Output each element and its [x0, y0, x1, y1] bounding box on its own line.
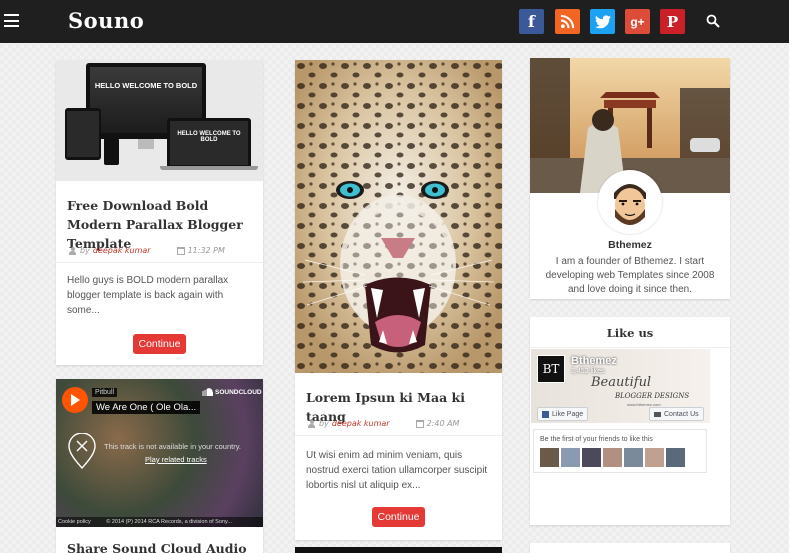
post-title[interactable]: Share Sound Cloud Audio: [67, 539, 257, 553]
divider: [56, 262, 263, 263]
post-author-link[interactable]: deepak kumar: [93, 246, 151, 255]
search-icon[interactable]: [706, 14, 720, 28]
twitter-bird-icon: [594, 14, 611, 28]
soundcloud-player[interactable]: Pitbull We Are One ( Ole Ola... SOUNDCLO…: [56, 379, 263, 527]
continue-button[interactable]: Continue: [372, 507, 425, 527]
calendar-icon: [415, 419, 424, 428]
calendar-icon: [176, 246, 185, 255]
cover-subline: BLOGGER DESIGNS: [615, 392, 690, 400]
widget-title: Like us: [606, 326, 654, 340]
post-title[interactable]: Free Download Bold Modern Parallax Blogg…: [67, 196, 252, 253]
tablet-mockup: [65, 108, 101, 160]
message-icon: [654, 411, 661, 417]
profile-widget: Bthemez I am a founder of Bthemez. I sta…: [530, 58, 730, 299]
rss-icon: [560, 14, 575, 29]
friend-avatar[interactable]: [603, 448, 622, 467]
location-pin-icon: [68, 433, 96, 469]
by-label: by: [319, 419, 329, 428]
post-meta: by deepak kumar 11:32 PM: [69, 246, 225, 255]
site-logo[interactable]: Souno: [68, 8, 144, 33]
like-page-label: Like Page: [552, 410, 584, 418]
copyright-text: © 2014 (P) 2014 RCA Records, a division …: [106, 519, 232, 525]
pinterest-icon: P: [666, 12, 679, 31]
top-navigation-bar: Souno f g+ P: [0, 0, 789, 43]
profile-name[interactable]: Bthemez: [530, 239, 730, 251]
pinterest-button[interactable]: P: [660, 9, 685, 34]
next-widget-edge: [530, 543, 730, 553]
continue-button[interactable]: Continue: [133, 334, 186, 354]
laptop-mockup: HELLO WELCOME TO BOLD: [167, 118, 251, 166]
by-label: by: [80, 246, 90, 255]
friend-avatar[interactable]: [561, 448, 580, 467]
page-avatar[interactable]: BT: [537, 355, 565, 383]
next-post-card-edge: [295, 547, 502, 553]
post-thumbnail-devices[interactable]: HELLO WELCOME TO BOLD HELLO WELCOME TO B…: [56, 60, 263, 181]
soundcloud-brand-text: SOUNDCLOUD: [215, 388, 262, 396]
post-card-lorem-ipsum: Lorem Ipsun ki Maa ki taang by deepak ku…: [295, 60, 502, 540]
like-page-button[interactable]: Like Page: [537, 407, 589, 421]
friend-avatar[interactable]: [666, 448, 685, 467]
like-us-widget: Like us BT Bthemez 2,452 likes Beautiful…: [530, 317, 730, 525]
post-excerpt: Ut wisi enim ad minim veniam, quis nostr…: [306, 450, 488, 491]
player-footer: Cookie policy © 2014 (P) 2014 RCA Record…: [56, 517, 263, 527]
contact-us-label: Contact Us: [664, 410, 699, 418]
user-icon: [308, 419, 315, 428]
avatar-cartoon: [601, 173, 659, 231]
laptop-screen-text: HELLO WELCOME TO BOLD: [170, 121, 248, 165]
soundcloud-brand[interactable]: SOUNDCLOUD: [199, 388, 262, 396]
unavailable-message: This track is not available in your coun…: [104, 442, 242, 451]
cover-headline: Beautiful: [591, 375, 652, 390]
post-time: 11:32 PM: [187, 246, 225, 255]
google-plus-icon: g+: [630, 14, 645, 29]
play-icon: [71, 394, 80, 406]
play-button[interactable]: [62, 387, 88, 413]
facebook-icon: f: [528, 12, 535, 31]
rss-button[interactable]: [555, 9, 580, 34]
divider: [295, 435, 502, 436]
post-card-soundcloud: Pitbull We Are One ( Ole Ola... SOUNDCLO…: [56, 379, 263, 553]
post-author-link[interactable]: deepak kumar: [332, 419, 390, 428]
friend-avatar[interactable]: [624, 448, 643, 467]
hamburger-menu-icon[interactable]: [4, 14, 19, 27]
contact-us-button[interactable]: Contact Us: [649, 407, 704, 421]
twitter-button[interactable]: [590, 9, 615, 34]
post-excerpt: Hello guys is BOLD modern parallax blogg…: [67, 275, 229, 316]
facebook-small-icon: [542, 410, 549, 418]
friend-avatar[interactable]: [540, 448, 559, 467]
post-thumbnail-leopard[interactable]: [295, 60, 502, 373]
page-likes: 2,452 likes: [571, 368, 605, 375]
post-time: 2:40 AM: [426, 419, 460, 428]
artist-name[interactable]: Pitbull: [92, 388, 118, 397]
monitor-stand: [138, 139, 154, 149]
page-name[interactable]: Bthemez: [571, 355, 617, 367]
friends-box: Be the first of your friends to like thi…: [533, 429, 707, 473]
friends-avatars: [540, 448, 685, 467]
tablet-screen: [67, 111, 99, 157]
friend-avatar[interactable]: [645, 448, 664, 467]
related-tracks-link[interactable]: Play related tracks: [145, 455, 207, 464]
cookie-policy-link[interactable]: Cookie policy: [58, 519, 91, 525]
phone-mockup: [104, 138, 119, 165]
soundcloud-icon: [202, 388, 213, 396]
avatar[interactable]: [598, 170, 662, 234]
post-card-bold-template: HELLO WELCOME TO BOLD HELLO WELCOME TO B…: [56, 60, 263, 365]
facebook-page-cover[interactable]: BT Bthemez 2,452 likes Beautiful BLOGGER…: [531, 349, 710, 423]
divider: [530, 347, 730, 348]
laptop-base: [160, 166, 258, 170]
leopard-illustration: [295, 60, 502, 373]
post-meta: by deepak kumar 2:40 AM: [308, 419, 459, 428]
friend-avatar[interactable]: [582, 448, 601, 467]
track-title[interactable]: We Are One ( Ole Ola...: [92, 401, 201, 414]
user-icon: [69, 246, 76, 255]
friends-text: Be the first of your friends to like thi…: [540, 436, 653, 443]
facebook-button[interactable]: f: [519, 9, 544, 34]
profile-bio: I am a founder of Bthemez. I start devel…: [545, 256, 715, 295]
google-plus-button[interactable]: g+: [625, 9, 650, 34]
